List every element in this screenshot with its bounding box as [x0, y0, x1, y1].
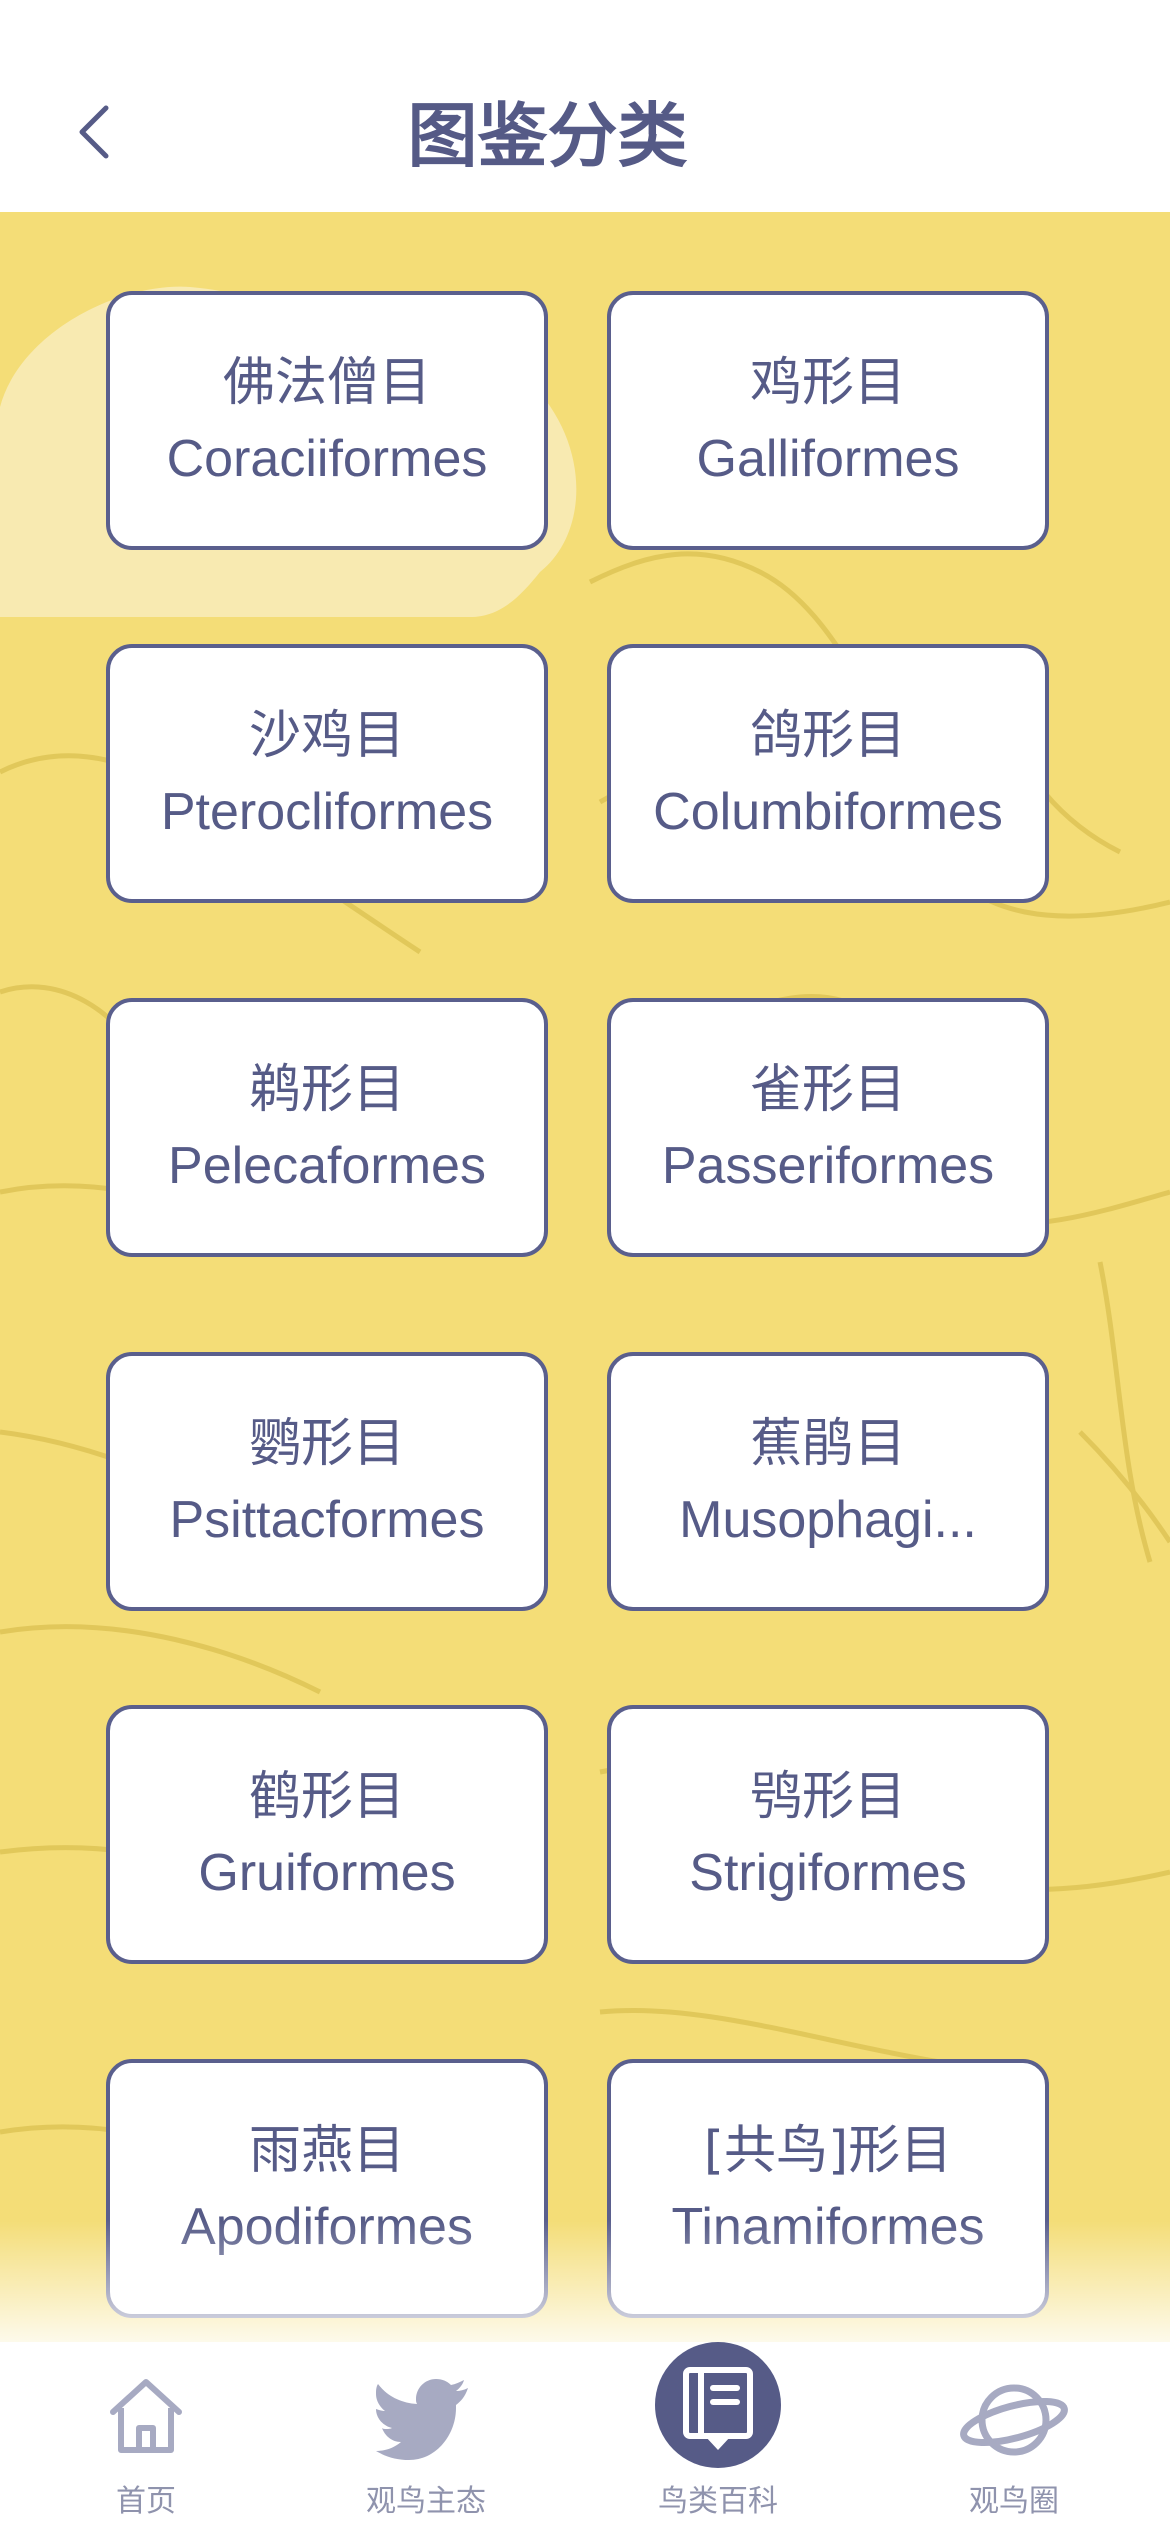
- tab-home[interactable]: 首页: [0, 2342, 292, 2532]
- category-card[interactable]: [共鸟]形目 Tinamiformes: [607, 2059, 1049, 2318]
- book-icon: [655, 2342, 781, 2468]
- category-en-name: Pterocliformes: [160, 782, 494, 841]
- category-en-name: Columbiformes: [653, 782, 1003, 841]
- category-card[interactable]: 鹦形目 Psittacformes: [106, 1352, 548, 1611]
- category-card[interactable]: 雀形目 Passeriformes: [607, 998, 1049, 1257]
- category-en-name: Tinamiformes: [671, 2197, 985, 2256]
- category-cn-name: 鹈形目: [248, 1059, 405, 1120]
- category-en-name: Galliformes: [696, 429, 960, 488]
- category-cn-name: 鹤形目: [248, 1766, 405, 1827]
- category-en-name: Musophagi...: [679, 1490, 977, 1549]
- tab-label: 观鸟圈: [969, 2484, 1059, 2519]
- category-list[interactable]: 佛法僧目 Coraciiformes 鸡形目 Galliformes 沙鸡目 P…: [0, 212, 1170, 2342]
- bottom-tab-bar: 首页 观鸟主态 鸟类百科 观鸟圈: [0, 2342, 1170, 2532]
- category-en-name: Pelecaformes: [168, 1136, 486, 1195]
- category-card[interactable]: 鸮形目 Strigiformes: [607, 1705, 1049, 1964]
- category-cn-name: 沙鸡目: [248, 705, 405, 766]
- category-cn-name: [共鸟]形目: [703, 2120, 953, 2181]
- header-bar: 图鉴分类: [0, 0, 1170, 212]
- category-cn-name: 鸡形目: [749, 352, 906, 413]
- category-grid: 佛法僧目 Coraciiformes 鸡形目 Galliformes 沙鸡目 P…: [0, 212, 1170, 2342]
- category-cn-name: 鸽形目: [749, 705, 906, 766]
- category-en-name: Coraciiformes: [166, 429, 488, 488]
- category-card[interactable]: 鸽形目 Columbiformes: [607, 644, 1049, 903]
- home-icon: [110, 2379, 182, 2453]
- page-title: 图鉴分类: [407, 95, 688, 177]
- category-cn-name: 佛法僧目: [222, 352, 431, 413]
- category-card[interactable]: 佛法僧目 Coraciiformes: [106, 291, 548, 550]
- category-en-name: Apodiformes: [181, 2197, 473, 2256]
- category-cn-name: 雀形目: [749, 1059, 906, 1120]
- category-card[interactable]: 鹈形目 Pelecaformes: [106, 998, 548, 1257]
- category-card[interactable]: 雨燕目 Apodiformes: [106, 2059, 548, 2318]
- tab-label: 观鸟主态: [366, 2484, 486, 2519]
- tab-label: 鸟类百科: [658, 2484, 778, 2519]
- category-en-name: Psittacformes: [169, 1490, 485, 1549]
- tab-bird-circle[interactable]: 观鸟圈: [868, 2342, 1160, 2532]
- category-card[interactable]: 沙鸡目 Pterocliformes: [106, 644, 548, 903]
- category-card[interactable]: 蕉鹃目 Musophagi...: [607, 1352, 1049, 1611]
- category-card[interactable]: 鹤形目 Gruiformes: [106, 1705, 548, 1964]
- category-en-name: Gruiformes: [198, 1843, 456, 1902]
- category-en-name: Passeriformes: [661, 1136, 995, 1195]
- category-card[interactable]: 鸡形目 Galliformes: [607, 291, 1049, 550]
- tab-bird-encyclopedia[interactable]: 鸟类百科: [572, 2342, 864, 2532]
- category-cn-name: 鹦形目: [248, 1413, 405, 1474]
- bird-icon: [376, 2379, 468, 2460]
- planet-icon: [960, 2384, 1068, 2456]
- category-cn-name: 蕉鹃目: [749, 1413, 906, 1474]
- tab-label: 首页: [116, 2484, 176, 2519]
- category-cn-name: 鸮形目: [749, 1766, 906, 1827]
- tab-bird-ecology[interactable]: 观鸟主态: [280, 2342, 572, 2532]
- category-en-name: Strigiformes: [689, 1843, 967, 1902]
- category-cn-name: 雨燕目: [248, 2120, 405, 2181]
